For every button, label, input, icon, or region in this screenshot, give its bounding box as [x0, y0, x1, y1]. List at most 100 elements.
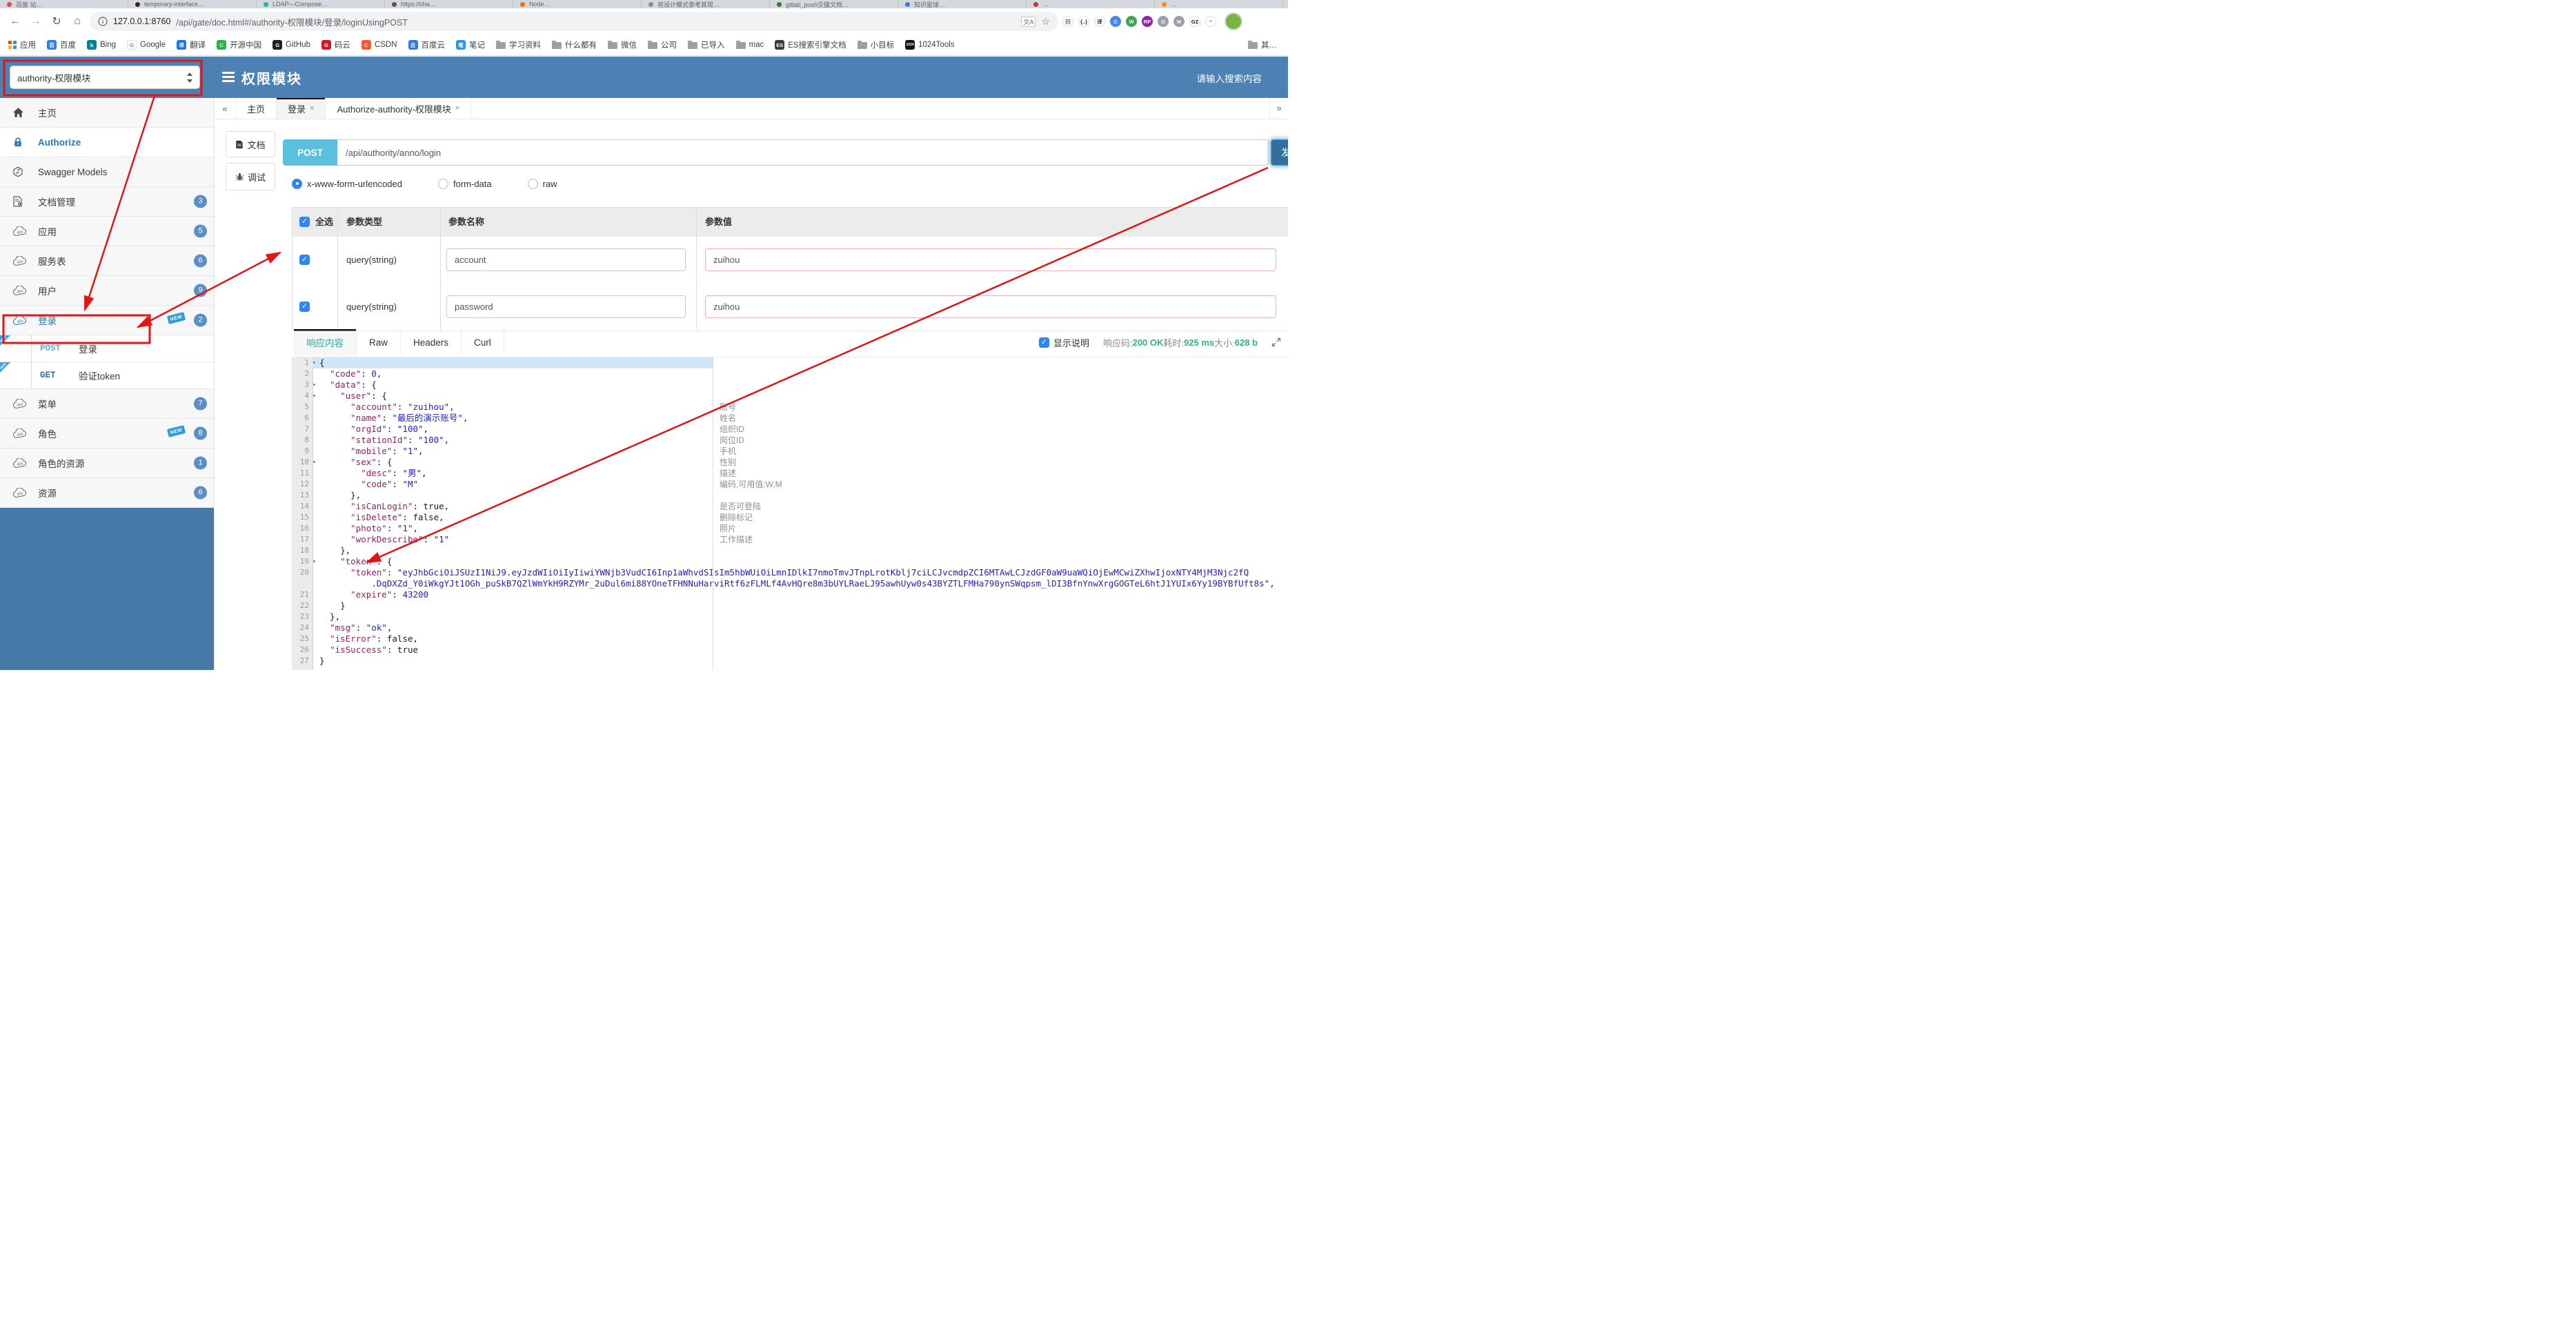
tab-authorize-module[interactable]: Authorize-authority-权限模块 ×	[326, 98, 472, 119]
sidebar-item-login[interactable]: API 登录 NEW 2	[0, 306, 214, 335]
browser-tab[interactable]: temporary-interface…	[128, 0, 257, 8]
sidebar-item-menu[interactable]: API 菜单 7	[0, 389, 214, 419]
header-search-input[interactable]: 请输入搜索内容	[1197, 71, 1262, 85]
reader-extension-icon[interactable]: 回	[1062, 16, 1073, 27]
tab-debug[interactable]: 调试	[226, 163, 275, 190]
sidebar-item-authorize[interactable]: Authorize	[0, 128, 214, 157]
fold-arrow-icon[interactable]: ▾	[313, 391, 319, 402]
home-icon[interactable]: ⌂	[69, 15, 86, 28]
bookmark-item[interactable]: mac	[735, 40, 764, 49]
sidebar-item-resource[interactable]: API 资源 6	[0, 478, 214, 508]
sidebar-item-doc-manage[interactable]: 文档管理 3	[0, 187, 214, 217]
radio-raw[interactable]	[527, 178, 538, 189]
menu-icon[interactable]	[222, 72, 235, 84]
address-bar[interactable]: 127.0.0.1:8760/api/gate/doc.html#/author…	[90, 12, 1058, 31]
sidebar-item-swagger-models[interactable]: Swagger Models	[0, 157, 214, 187]
tab-curl[interactable]: Curl	[462, 329, 504, 355]
sidebar-item-verify-token-get[interactable]: NEW GET 验证token	[0, 362, 214, 389]
browser-tab[interactable]: Node…	[513, 0, 642, 8]
param-name-input[interactable]: account	[446, 248, 686, 271]
param-value-input[interactable]: zuihou	[705, 248, 1276, 271]
bookmark-item[interactable]: 应用	[8, 39, 36, 50]
asterisk-extension-icon[interactable]: *	[1205, 16, 1216, 27]
bookmark-item[interactable]: C CSDN	[361, 40, 397, 50]
fold-arrow-icon[interactable]: ▾	[313, 357, 319, 368]
bookmark-item[interactable]: 百百度	[47, 39, 76, 50]
browser-tab[interactable]: https://cha…	[385, 0, 513, 8]
json-extension-icon[interactable]: {..}	[1078, 16, 1089, 27]
bookmark-item[interactable]: G GitHub	[273, 40, 310, 50]
browser-tab[interactable]: …	[1027, 0, 1155, 8]
radio-form-data[interactable]	[437, 178, 448, 189]
browser-tab[interactable]: …	[1155, 0, 1283, 8]
sidebar-item-application[interactable]: API 应用 5	[0, 217, 214, 246]
tab-response-content[interactable]: 响应内容	[294, 329, 357, 355]
send-button[interactable]: 发	[1271, 139, 1288, 166]
fold-arrow-icon[interactable]: ▾	[313, 556, 319, 567]
expand-icon[interactable]	[1271, 337, 1281, 347]
param-name-input[interactable]: password	[446, 295, 686, 318]
fold-arrow-icon[interactable]: ▾	[313, 380, 319, 391]
browser-tab[interactable]: 将设计模式参考其现…	[642, 0, 770, 8]
reload-icon[interactable]: ↻	[48, 14, 65, 28]
page-info-icon[interactable]	[98, 17, 108, 26]
sidebar-item-role-resource[interactable]: API 角色的资源 1	[0, 449, 214, 478]
param-value-input[interactable]: zuihou	[705, 295, 1276, 318]
o-extension-icon[interactable]: O	[1158, 16, 1169, 27]
request-url-input[interactable]: /api/authority/anno/login	[337, 139, 1269, 166]
bookmark-item[interactable]: 学习资料	[496, 39, 541, 50]
tab-document[interactable]: 文档	[226, 131, 275, 157]
sidebar-item-role[interactable]: API 角色 NEW 8	[0, 419, 214, 449]
rp-extension-icon[interactable]: RP	[1142, 16, 1153, 27]
row-checkbox[interactable]: ✓	[299, 255, 310, 265]
tab-home[interactable]: 主页	[236, 98, 277, 119]
bookmark-item[interactable]: 译翻译	[177, 39, 206, 50]
chrome-extension-icon[interactable]: C	[1110, 16, 1121, 27]
bookmark-item[interactable]: 已导入	[688, 39, 725, 50]
radio-x-www-form-urlencoded[interactable]	[292, 178, 302, 189]
bookmark-item[interactable]: 小目标	[857, 39, 894, 50]
bookmark-star-icon[interactable]: ☆	[1041, 16, 1050, 28]
close-icon[interactable]: ×	[455, 104, 459, 112]
sidebar-item-login-post[interactable]: NEW POST 登录	[0, 335, 214, 362]
bookmark-item[interactable]: ES ES搜索引擎文档	[775, 39, 846, 50]
browser-tab[interactable]: 知识星球…	[898, 0, 1027, 8]
bookmark-item[interactable]: 云百度云	[408, 39, 445, 50]
tab-login[interactable]: 登录 ×	[277, 98, 326, 119]
back-icon[interactable]: ←	[7, 15, 23, 28]
forward-icon[interactable]: →	[28, 15, 44, 28]
tab-headers[interactable]: Headers	[401, 329, 462, 355]
tabs-scroll-right[interactable]: »	[1269, 98, 1288, 118]
m-extension-icon[interactable]: M	[1173, 16, 1185, 27]
row-checkbox[interactable]: ✓	[299, 302, 310, 312]
select-all-checkbox[interactable]: ✓	[299, 217, 310, 227]
module-select[interactable]: authority-权限模块	[10, 66, 200, 89]
close-icon[interactable]: ×	[310, 104, 314, 112]
bookmark-item[interactable]: 1024 1024Tools	[905, 40, 955, 50]
sidebar-item-user[interactable]: API 用户 9	[0, 276, 214, 306]
bookmark-item[interactable]: 公司	[648, 39, 677, 50]
tab-raw[interactable]: Raw	[357, 329, 402, 355]
browser-tab[interactable]: LDAP—Compose…	[257, 0, 385, 8]
bookmark-item[interactable]: 什么都有	[552, 39, 597, 50]
bookmark-item[interactable]: 笔笔记	[456, 39, 485, 50]
show-description-checkbox[interactable]: ✓	[1038, 337, 1049, 348]
bookmark-item[interactable]: C 开源中国	[217, 39, 261, 50]
sidebar-item-service-table[interactable]: API 服务表 6	[0, 246, 214, 276]
translate-extension-icon[interactable]: 译	[1094, 16, 1105, 27]
web-extension-icon[interactable]: W	[1126, 16, 1137, 27]
profile-avatar[interactable]	[1225, 12, 1242, 30]
bookmark-item[interactable]: G 码云	[321, 39, 350, 50]
translate-icon[interactable]: 文A	[1021, 16, 1036, 27]
sidebar-item-home[interactable]: 主页	[0, 98, 214, 128]
browser-tab[interactable]: gitlab_push交接文档…	[770, 0, 898, 8]
bookmark-item[interactable]: G Google	[127, 40, 166, 50]
bookmark-item[interactable]: 其…	[1248, 39, 1277, 50]
fold-arrow-icon[interactable]: ▾	[313, 457, 319, 468]
gitzip-extension-icon[interactable]: GZ	[1189, 16, 1200, 27]
browser-tab[interactable]: 百度 站…	[0, 0, 128, 8]
show-description-toggle[interactable]: ✓ 显示说明	[1038, 336, 1089, 349]
bookmark-item[interactable]: b Bing	[87, 40, 116, 50]
tabs-scroll-left[interactable]: «	[215, 98, 236, 119]
bookmark-item[interactable]: 微信	[608, 39, 637, 50]
